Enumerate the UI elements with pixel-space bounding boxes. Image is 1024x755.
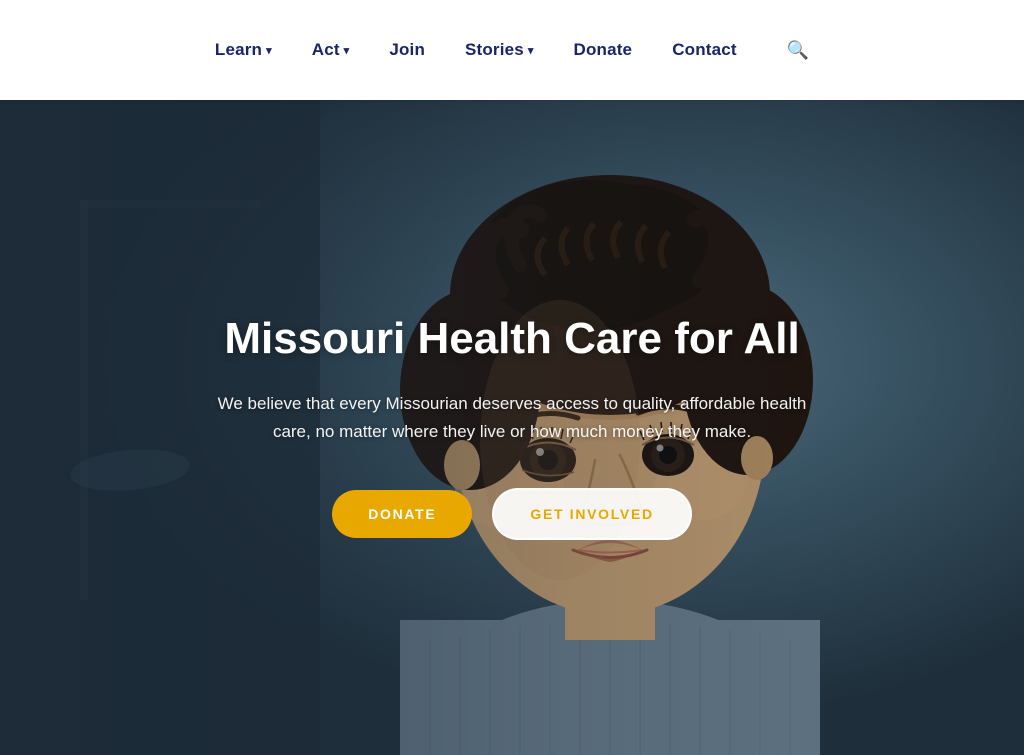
- nav-item-join[interactable]: Join: [389, 40, 425, 60]
- nav-item-contact[interactable]: Contact: [672, 40, 736, 60]
- site-header: Learn ▾ Act ▾ Join Stories ▾ Donate Cont…: [0, 0, 1024, 100]
- nav-item-donate[interactable]: Donate: [574, 40, 633, 60]
- get-involved-button[interactable]: GET INVOLVED: [492, 488, 691, 540]
- nav-item-learn[interactable]: Learn ▾: [215, 40, 272, 60]
- nav-label-learn: Learn: [215, 40, 262, 60]
- hero-buttons: DONATE GET INVOLVED: [202, 488, 822, 540]
- nav-label-contact: Contact: [672, 40, 736, 60]
- main-nav: Learn ▾ Act ▾ Join Stories ▾ Donate Cont…: [215, 40, 809, 61]
- hero-section: Missouri Health Care for All We believe …: [0, 100, 1024, 755]
- nav-label-act: Act: [312, 40, 340, 60]
- hero-title: Missouri Health Care for All: [202, 315, 822, 363]
- chevron-down-icon: ▾: [266, 44, 272, 57]
- nav-label-join: Join: [389, 40, 425, 60]
- hero-content: Missouri Health Care for All We believe …: [162, 315, 862, 539]
- nav-item-stories[interactable]: Stories ▾: [465, 40, 534, 60]
- search-icon[interactable]: 🔍: [787, 40, 809, 61]
- nav-label-stories: Stories: [465, 40, 524, 60]
- chevron-down-icon: ▾: [344, 44, 350, 57]
- nav-label-donate: Donate: [574, 40, 633, 60]
- hero-subtitle: We believe that every Missourian deserve…: [202, 390, 822, 446]
- nav-item-act[interactable]: Act ▾: [312, 40, 350, 60]
- chevron-down-icon: ▾: [528, 44, 534, 57]
- donate-button[interactable]: DONATE: [332, 490, 472, 538]
